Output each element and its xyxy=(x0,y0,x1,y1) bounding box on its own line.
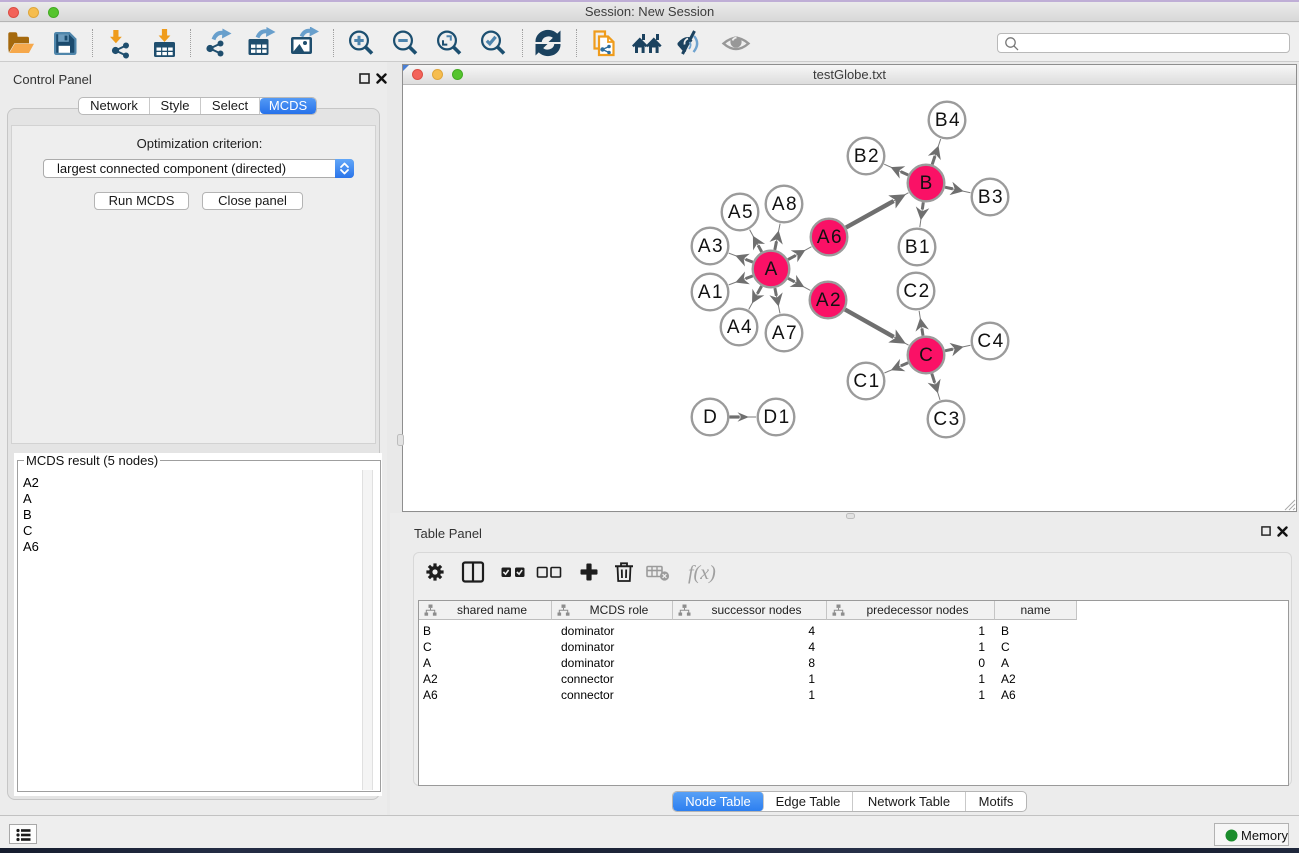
svg-text:C4: C4 xyxy=(977,331,1004,352)
svg-text:B2: B2 xyxy=(854,146,880,167)
svg-text:A4: A4 xyxy=(727,317,753,338)
svg-text:A8: A8 xyxy=(772,194,798,215)
svg-text:A7: A7 xyxy=(772,323,798,344)
svg-text:D1: D1 xyxy=(763,407,790,428)
svg-text:C3: C3 xyxy=(933,409,960,430)
svg-text:A5: A5 xyxy=(728,202,754,223)
svg-text:B: B xyxy=(920,173,933,194)
svg-text:A: A xyxy=(765,259,778,280)
svg-text:A1: A1 xyxy=(698,282,724,303)
svg-text:C: C xyxy=(919,345,933,366)
svg-text:C1: C1 xyxy=(853,371,880,392)
svg-text:C2: C2 xyxy=(903,281,930,302)
svg-text:B1: B1 xyxy=(905,237,931,258)
svg-text:f(x): f(x) xyxy=(688,562,716,584)
svg-text:A6: A6 xyxy=(817,227,843,248)
svg-text:D: D xyxy=(703,407,717,428)
svg-text:B3: B3 xyxy=(978,187,1004,208)
svg-text:A2: A2 xyxy=(816,290,842,311)
svg-text:A3: A3 xyxy=(698,236,724,257)
svg-text:B4: B4 xyxy=(935,110,961,131)
